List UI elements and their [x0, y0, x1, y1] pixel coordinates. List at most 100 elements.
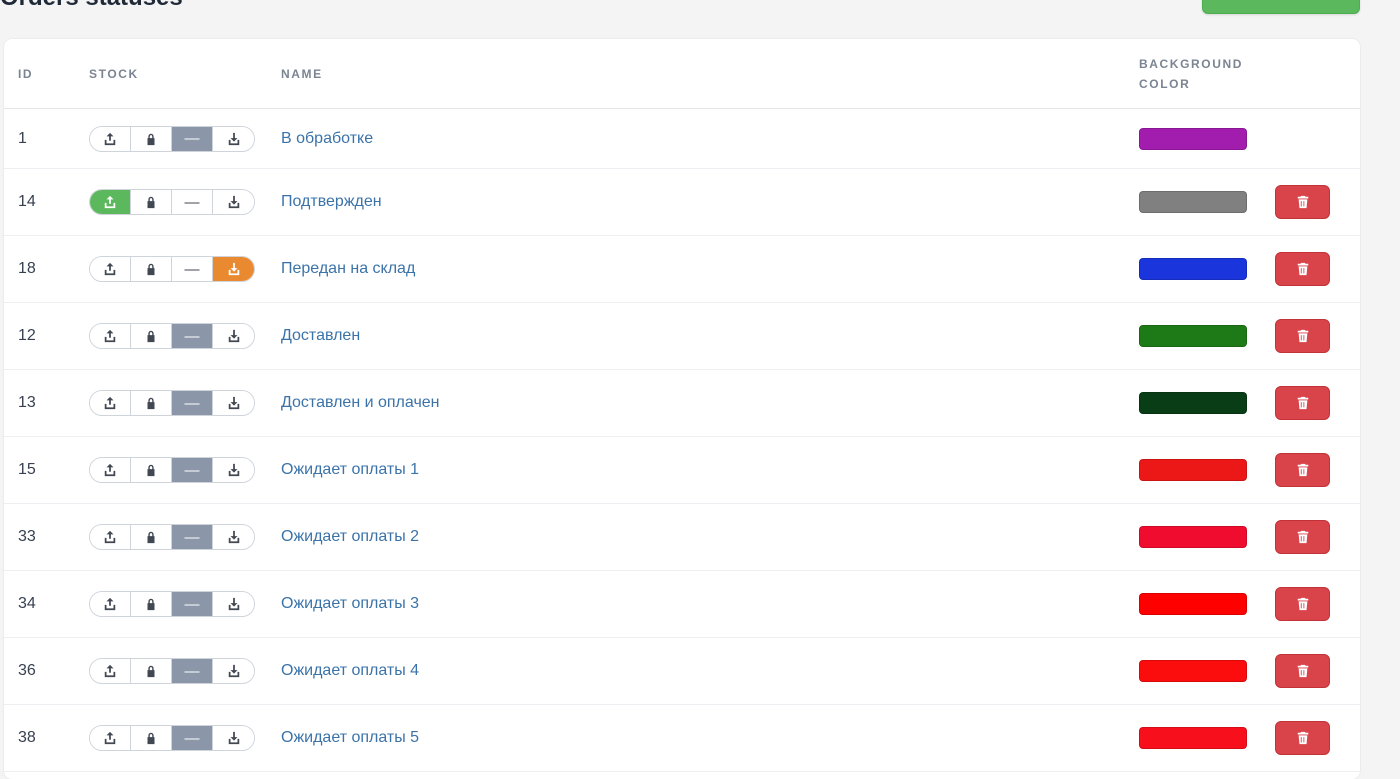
color-swatch [1139, 191, 1247, 213]
stock-option-in[interactable] [213, 726, 254, 750]
background-color-cell [1139, 637, 1275, 705]
stock-option-reserve[interactable] [131, 324, 172, 348]
stock-option-none[interactable]: — [172, 324, 213, 348]
header-stock: STOCK [89, 39, 281, 109]
stock-option-out[interactable] [90, 726, 131, 750]
stock-cell: — [89, 302, 281, 370]
status-name-link[interactable]: Ожидает оплаты 5 [281, 729, 419, 746]
stock-option-in[interactable] [213, 391, 254, 415]
stock-toggle-group: — [89, 658, 255, 684]
table-row: 12 — Доставлен [4, 302, 1360, 370]
name-cell: Ожидает оплаты 5 [281, 704, 1139, 772]
stock-toggle-group: — [89, 189, 255, 215]
table-row: 36 — Ожидает оплаты 4 [4, 637, 1360, 705]
stock-option-out[interactable] [90, 391, 131, 415]
trash-icon [1296, 262, 1310, 276]
stock-option-out[interactable] [90, 659, 131, 683]
stock-option-in[interactable] [213, 525, 254, 549]
status-id: 34 [4, 570, 89, 638]
stock-option-reserve[interactable] [131, 126, 172, 151]
stock-option-in[interactable] [213, 458, 254, 482]
status-name-link[interactable]: В обработке [281, 130, 373, 147]
status-name-link[interactable]: Доставлен [281, 327, 360, 344]
background-color-cell [1139, 503, 1275, 571]
status-name-link[interactable]: Ожидает оплаты 4 [281, 662, 419, 679]
stock-option-none[interactable]: — [172, 257, 213, 281]
dash-icon: — [184, 130, 200, 147]
delete-button[interactable] [1275, 319, 1330, 353]
stock-option-reserve[interactable] [131, 659, 172, 683]
stock-option-none[interactable]: — [172, 126, 213, 151]
delete-button[interactable] [1275, 520, 1330, 554]
stock-toggle-group: — [89, 725, 255, 751]
stock-option-reserve[interactable] [131, 726, 172, 750]
download-icon [227, 463, 241, 477]
stock-option-reserve[interactable] [131, 525, 172, 549]
stock-option-none[interactable]: — [172, 190, 213, 214]
stock-option-out[interactable] [90, 190, 131, 214]
delete-button[interactable] [1275, 654, 1330, 688]
stock-option-out[interactable] [90, 126, 131, 151]
delete-button[interactable] [1275, 185, 1330, 219]
delete-button[interactable] [1275, 252, 1330, 286]
trash-icon [1296, 195, 1310, 209]
stock-option-reserve[interactable] [131, 592, 172, 616]
stock-cell: — [89, 704, 281, 772]
upload-icon [103, 396, 117, 410]
status-name-link[interactable]: Передан на склад [281, 260, 415, 277]
background-color-cell [1139, 704, 1275, 772]
stock-option-in[interactable] [213, 592, 254, 616]
status-id: 12 [4, 302, 89, 370]
stock-option-none[interactable]: — [172, 525, 213, 549]
stock-toggle-group: — [89, 457, 255, 483]
stock-option-in[interactable] [213, 257, 254, 281]
trash-icon [1296, 731, 1310, 745]
stock-option-out[interactable] [90, 525, 131, 549]
stock-option-reserve[interactable] [131, 458, 172, 482]
status-name-link[interactable]: Ожидает оплаты 3 [281, 595, 419, 612]
name-cell: Подтвержден [281, 168, 1139, 236]
stock-option-none[interactable]: — [172, 726, 213, 750]
stock-option-none[interactable]: — [172, 391, 213, 415]
delete-button[interactable] [1275, 587, 1330, 621]
status-name-link[interactable]: Ожидает оплаты 2 [281, 528, 419, 545]
delete-button[interactable] [1275, 386, 1330, 420]
stock-option-out[interactable] [90, 458, 131, 482]
header-name[interactable]: NAME [281, 39, 1139, 109]
delete-button[interactable] [1275, 721, 1330, 755]
status-name-link[interactable]: Подтвержден [281, 193, 382, 210]
name-cell: Ожидает оплаты 4 [281, 637, 1139, 705]
stock-option-in[interactable] [213, 324, 254, 348]
delete-button[interactable] [1275, 453, 1330, 487]
stock-option-in[interactable] [213, 126, 254, 151]
stock-option-reserve[interactable] [131, 257, 172, 281]
stock-option-in[interactable] [213, 190, 254, 214]
stock-option-reserve[interactable] [131, 190, 172, 214]
lock-icon [144, 329, 158, 343]
stock-option-none[interactable]: — [172, 458, 213, 482]
stock-option-out[interactable] [90, 257, 131, 281]
status-name-link[interactable]: Доставлен и оплачен [281, 394, 440, 411]
upload-icon [103, 463, 117, 477]
stock-option-out[interactable] [90, 592, 131, 616]
stock-option-in[interactable] [213, 659, 254, 683]
name-cell: Ожидает оплаты 3 [281, 570, 1139, 638]
stock-cell: — [89, 570, 281, 638]
stock-option-none[interactable]: — [172, 659, 213, 683]
download-icon [227, 329, 241, 343]
status-name-link[interactable]: Ожидает оплаты 1 [281, 461, 419, 478]
upload-icon [103, 731, 117, 745]
dash-icon: — [184, 528, 200, 546]
add-status-button[interactable] [1202, 0, 1360, 14]
dash-icon: — [184, 595, 200, 613]
download-icon [227, 731, 241, 745]
stock-option-none[interactable]: — [172, 592, 213, 616]
stock-option-out[interactable] [90, 324, 131, 348]
upload-icon [103, 132, 117, 146]
header-id[interactable]: ID [4, 39, 89, 109]
table-row: 13 — Доставлен и оплачен [4, 369, 1360, 437]
stock-option-reserve[interactable] [131, 391, 172, 415]
lock-icon [144, 664, 158, 678]
actions-cell [1275, 369, 1360, 437]
trash-icon [1296, 597, 1310, 611]
